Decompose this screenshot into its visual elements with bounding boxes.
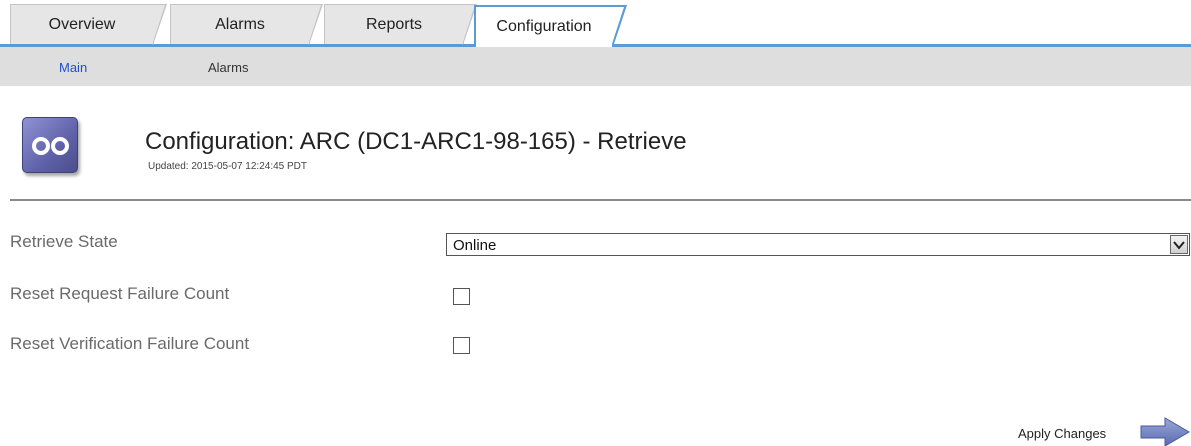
page-title: Configuration: ARC (DC1-ARC1-98-165) - R… xyxy=(145,128,687,155)
tab-reports-label: Reports xyxy=(365,15,423,33)
tab-reports[interactable]: Reports xyxy=(324,4,477,45)
tape-reel-left xyxy=(32,137,50,155)
reset-request-failure-count-checkbox[interactable] xyxy=(453,288,470,305)
tab-alarms[interactable]: Alarms xyxy=(170,4,323,45)
tape-reel-right xyxy=(51,137,69,155)
reset-request-failure-count-label: Reset Request Failure Count xyxy=(10,284,230,303)
reset-verification-failure-count-label: Reset Verification Failure Count xyxy=(10,334,250,353)
tab-overview[interactable]: Overview xyxy=(10,4,167,45)
updated-timestamp: Updated: 2015-05-07 12:24:45 PDT xyxy=(148,161,307,172)
sub-tab-bar: Main Alarms xyxy=(0,47,1191,86)
subtab-alarms[interactable]: Alarms xyxy=(208,60,248,75)
tab-configuration-label: Configuration xyxy=(496,18,592,35)
tab-alarms-label: Alarms xyxy=(215,15,265,33)
main-tab-bar: Overview Alarms Reports Configuration xyxy=(0,0,1191,47)
subtab-main[interactable]: Main xyxy=(59,60,87,75)
header-divider xyxy=(10,199,1191,201)
tab-configuration[interactable]: Configuration xyxy=(474,5,627,47)
apply-changes-label: Apply Changes xyxy=(1018,426,1107,441)
arrow-right-icon xyxy=(1140,417,1190,446)
retrieve-state-label: Retrieve State xyxy=(10,232,118,251)
archive-tape-icon xyxy=(22,117,78,173)
tab-overview-label: Overview xyxy=(48,15,116,33)
retrieve-state-value: Online xyxy=(453,237,497,254)
retrieve-state-select[interactable]: Online xyxy=(446,233,1190,256)
reset-verification-failure-count-checkbox[interactable] xyxy=(453,337,470,354)
chevron-down-icon[interactable] xyxy=(1170,235,1188,254)
apply-changes-button[interactable]: Apply Changes xyxy=(1011,412,1191,446)
